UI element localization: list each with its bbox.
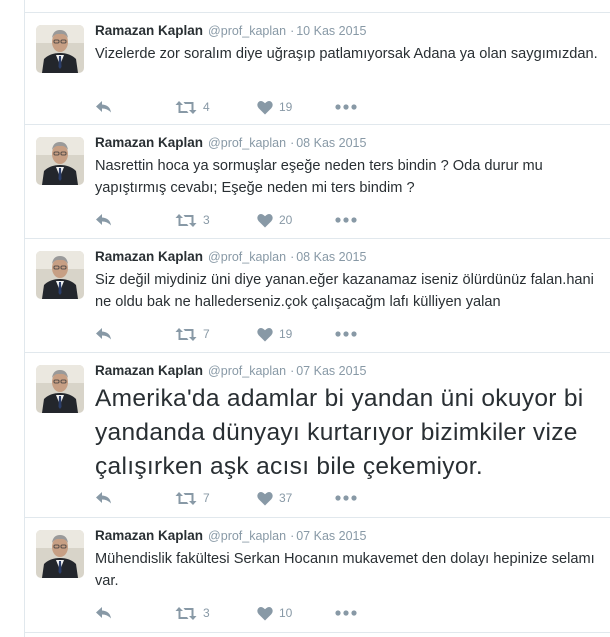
tweet-header: Ramazan Kaplan @prof_kaplan · 07 Kas 2015 <box>95 527 366 545</box>
more-icon <box>335 104 357 110</box>
like-count: 19 <box>279 100 293 114</box>
tweet-timeline: Ramazan Kaplan @prof_kaplan · 10 Kas 2015 V… <box>25 0 610 633</box>
heart-icon <box>257 606 273 621</box>
author-handle[interactable]: @prof_kaplan <box>208 529 286 543</box>
author-name[interactable]: Ramazan Kaplan <box>95 249 203 264</box>
tweet[interactable]: Ramazan Kaplan @prof_kaplan · 07 Kas 2015 A… <box>25 353 610 518</box>
retweet-button[interactable]: 7 <box>175 489 210 507</box>
author-handle[interactable]: @prof_kaplan <box>208 364 286 378</box>
retweet-count: 3 <box>203 606 210 620</box>
like-button[interactable]: 19 <box>257 325 292 343</box>
author-name[interactable]: Ramazan Kaplan <box>95 23 203 38</box>
reply-icon <box>95 100 112 114</box>
more-button[interactable] <box>335 98 357 116</box>
retweet-icon <box>175 606 197 621</box>
author-handle[interactable]: @prof_kaplan <box>208 250 286 264</box>
like-button[interactable]: 20 <box>257 211 292 229</box>
retweet-icon <box>175 213 197 228</box>
author-name[interactable]: Ramazan Kaplan <box>95 135 203 150</box>
avatar[interactable] <box>36 365 84 413</box>
tweet-actions: 3 20 <box>95 211 395 229</box>
tweet-header: Ramazan Kaplan @prof_kaplan · 07 Kas 2015 <box>95 362 366 380</box>
tweet-date[interactable]: 07 Kas 2015 <box>296 364 366 378</box>
retweet-count: 7 <box>203 327 210 341</box>
author-name[interactable]: Ramazan Kaplan <box>95 528 203 543</box>
tweet-text: Vizelerde zor soralım diye uğraşıp patla… <box>95 46 598 62</box>
tweet-date[interactable]: 08 Kas 2015 <box>296 250 366 264</box>
reply-button[interactable] <box>95 98 112 116</box>
like-button[interactable]: 19 <box>257 98 292 116</box>
retweet-button[interactable]: 4 <box>175 98 210 116</box>
heart-icon <box>257 100 273 115</box>
tweet-actions: 4 19 <box>95 98 395 116</box>
reply-button[interactable] <box>95 489 112 507</box>
tweet[interactable]: Ramazan Kaplan @prof_kaplan · 08 Kas 2015 S… <box>25 239 610 353</box>
tweet-actions: 7 19 <box>95 325 395 343</box>
tweet-header: Ramazan Kaplan @prof_kaplan · 08 Kas 2015 <box>95 134 366 152</box>
separator-dot: · <box>290 529 295 543</box>
tweet-date[interactable]: 07 Kas 2015 <box>296 529 366 543</box>
tweet[interactable]: Ramazan Kaplan @prof_kaplan · 10 Kas 2015 V… <box>25 12 610 125</box>
tweet-actions: 3 10 <box>95 604 395 622</box>
retweet-button[interactable]: 3 <box>175 211 210 229</box>
tweet[interactable]: Ramazan Kaplan @prof_kaplan · 08 Kas 2015 N… <box>25 125 610 239</box>
like-count: 19 <box>279 327 293 341</box>
like-count: 20 <box>279 213 293 227</box>
retweet-button[interactable]: 3 <box>175 604 210 622</box>
tweet-header: Ramazan Kaplan @prof_kaplan · 08 Kas 2015 <box>95 248 366 266</box>
tweet-actions: 7 37 <box>95 489 395 507</box>
tweet-text: Amerika'da adamlar bi yandan üni okuyor … <box>95 385 584 480</box>
tweet-date[interactable]: 10 Kas 2015 <box>296 24 366 38</box>
more-button[interactable] <box>335 211 357 229</box>
separator-dot: · <box>290 24 295 38</box>
more-icon <box>335 610 357 616</box>
more-button[interactable] <box>335 489 357 507</box>
like-button[interactable]: 37 <box>257 489 292 507</box>
retweet-button[interactable]: 7 <box>175 325 210 343</box>
separator-dot: · <box>290 250 295 264</box>
author-handle[interactable]: @prof_kaplan <box>208 24 286 38</box>
avatar[interactable] <box>36 137 84 185</box>
reply-button[interactable] <box>95 604 112 622</box>
separator-dot: · <box>290 364 295 378</box>
avatar[interactable] <box>36 25 84 73</box>
retweet-icon <box>175 327 197 342</box>
like-count: 10 <box>279 606 293 620</box>
more-button[interactable] <box>335 325 357 343</box>
reply-icon <box>95 491 112 505</box>
heart-icon <box>257 213 273 228</box>
more-icon <box>335 331 357 337</box>
reply-icon <box>95 606 112 620</box>
avatar[interactable] <box>36 530 84 578</box>
retweet-count: 3 <box>203 213 210 227</box>
more-button[interactable] <box>335 604 357 622</box>
like-button[interactable]: 10 <box>257 604 292 622</box>
tweet-header: Ramazan Kaplan @prof_kaplan · 10 Kas 2015 <box>95 22 366 40</box>
tweet-text: Siz değil miydiniz üni diye yanan.eğer k… <box>95 272 594 310</box>
tweet-text: Nasrettin hoca ya sormuşlar eşeğe neden … <box>95 158 543 196</box>
tweet-text: Mühendislik fakültesi Serkan Hocanın muk… <box>95 551 595 589</box>
more-icon <box>335 495 357 501</box>
retweet-icon <box>175 491 197 506</box>
reply-icon <box>95 327 112 341</box>
more-icon <box>335 217 357 223</box>
heart-icon <box>257 491 273 506</box>
retweet-count: 7 <box>203 491 210 505</box>
separator-dot: · <box>290 136 295 150</box>
heart-icon <box>257 327 273 342</box>
tweet[interactable]: Ramazan Kaplan @prof_kaplan · 07 Kas 2015 M… <box>25 518 610 633</box>
author-handle[interactable]: @prof_kaplan <box>208 136 286 150</box>
avatar[interactable] <box>36 251 84 299</box>
reply-button[interactable] <box>95 325 112 343</box>
reply-icon <box>95 213 112 227</box>
retweet-count: 4 <box>203 100 210 114</box>
reply-button[interactable] <box>95 211 112 229</box>
retweet-icon <box>175 100 197 115</box>
like-count: 37 <box>279 491 293 505</box>
author-name[interactable]: Ramazan Kaplan <box>95 363 203 378</box>
tweet-date[interactable]: 08 Kas 2015 <box>296 136 366 150</box>
